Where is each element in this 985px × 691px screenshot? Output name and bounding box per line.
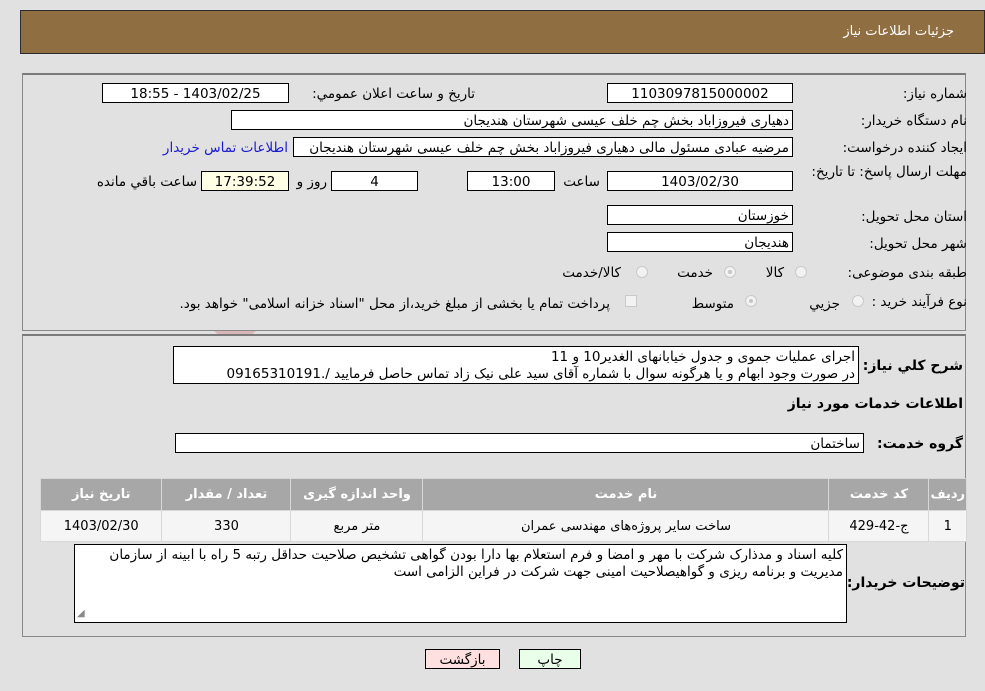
cell-row-number: 1 [928,510,967,542]
col-header-quantity: تعداد / مقدار [161,478,292,511]
time-remaining-label: ساعت باقي مانده [96,174,197,190]
province-field[interactable]: خوزستان [607,205,793,225]
general-description-line2: در صورت وجود ابهام و یا هرگونه سوال با ش… [226,366,856,382]
general-description-label: شرح کلي نياز: [862,358,963,374]
service-group-field[interactable]: ساختمان [175,433,864,453]
general-description-line1: اجرای عملیات جموی و جدول خیابانهای الغدی… [550,349,855,365]
deadline-time-label: ساعت [563,174,600,190]
buyer-notes-label: توضیحات خریدار: [846,575,965,591]
time-remaining-field: 17:39:52 [201,171,289,191]
page-title: جزئيات اطلاعات نياز [843,24,954,39]
category-radio-service[interactable] [724,266,736,278]
print-button[interactable]: چاپ [519,649,581,669]
col-header-service-code: کد خدمت [828,478,930,511]
col-header-need-date: تاریخ نیاز [39,478,163,511]
buyer-contact-link[interactable]: اطلاعات تماس خریدار [163,140,288,156]
requester-field[interactable]: مرضیه عبادی مسئول مالی دهیاری فیروزاباد … [293,137,793,157]
resize-handle-icon[interactable]: ◢ [77,605,85,622]
need-number-field[interactable]: 1103097815000002 [607,83,793,103]
category-label: طبقه بندی موضوعی: [847,265,967,281]
table-row: 1 ج-42-429 ساخت سایر پروژه‌های مهندسی عم… [39,510,967,542]
treasury-checkbox[interactable] [625,295,637,307]
back-button[interactable]: بازگشت [425,649,500,669]
buyer-notes-text: کلیه اسناد و مدذارک شرکت با مهر و امضا و… [109,547,843,580]
purchase-type-label: نوع فرآیند خرید : [871,294,967,310]
province-label: استان محل تحویل: [861,209,967,225]
announce-datetime-label: تاريخ و ساعت اعلان عمومي: [312,86,475,102]
category-option-goods-service: کالا/خدمت [562,265,621,281]
category-option-goods: کالا [765,265,784,281]
city-label: شهر محل تحویل: [869,236,967,252]
buyer-org-field[interactable]: دهیاری فیروزاباد بخش چم خلف عیسی شهرستان… [231,110,793,130]
cell-service-name: ساخت سایر پروژه‌های مهندسی عمران [422,510,830,542]
services-section-title: اطلاعات خدمات مورد نیاز [787,396,963,412]
cell-service-code: ج-42-429 [828,510,930,542]
buyer-org-label: نام دستگاه خریدار: [860,113,967,129]
days-label: روز و [296,174,327,190]
deadline-label: مهلت ارسال پاسخ: تا تاریخ: [811,164,967,180]
col-header-service-name: نام خدمت [422,478,830,511]
deadline-time-field[interactable]: 13:00 [467,171,555,191]
days-remaining-field[interactable]: 4 [331,171,418,191]
cell-need-date: 1403/02/30 [39,510,163,542]
services-table: ردیف کد خدمت نام خدمت واحد اندازه گیری ت… [39,478,967,542]
category-radio-goods-service[interactable] [636,266,648,278]
need-number-label: شماره نیاز: [902,86,967,102]
cell-unit: متر مربع [290,510,424,542]
service-group-label: گروه خدمت: [877,436,963,452]
category-radio-goods[interactable] [795,266,807,278]
purchase-radio-medium[interactable] [745,295,757,307]
requester-label: ایجاد کننده درخواست: [842,140,967,156]
purchase-option-minor: جزيي [809,296,840,312]
page-header: جزئيات اطلاعات نياز [20,10,985,54]
cell-quantity: 330 [161,510,292,542]
table-header-row: ردیف کد خدمت نام خدمت واحد اندازه گیری ت… [39,478,967,511]
category-option-service: خدمت [677,265,713,281]
purchase-radio-minor[interactable] [852,295,864,307]
col-header-unit: واحد اندازه گیری [290,478,424,511]
deadline-date-field[interactable]: 1403/02/30 [607,171,793,191]
general-description-field[interactable]: اجرای عملیات جموی و جدول خیابانهای الغدی… [173,346,859,384]
announce-datetime-field[interactable]: 1403/02/25 - 18:55 [102,83,289,103]
treasury-note: پرداخت تمام یا بخشی از مبلغ خرید،از محل … [179,296,610,312]
col-header-row-number: ردیف [928,478,967,511]
city-field[interactable]: هندیجان [607,232,793,252]
purchase-option-medium: متوسط [691,296,734,312]
buyer-notes-field[interactable]: کلیه اسناد و مدذارک شرکت با مهر و امضا و… [74,544,847,623]
